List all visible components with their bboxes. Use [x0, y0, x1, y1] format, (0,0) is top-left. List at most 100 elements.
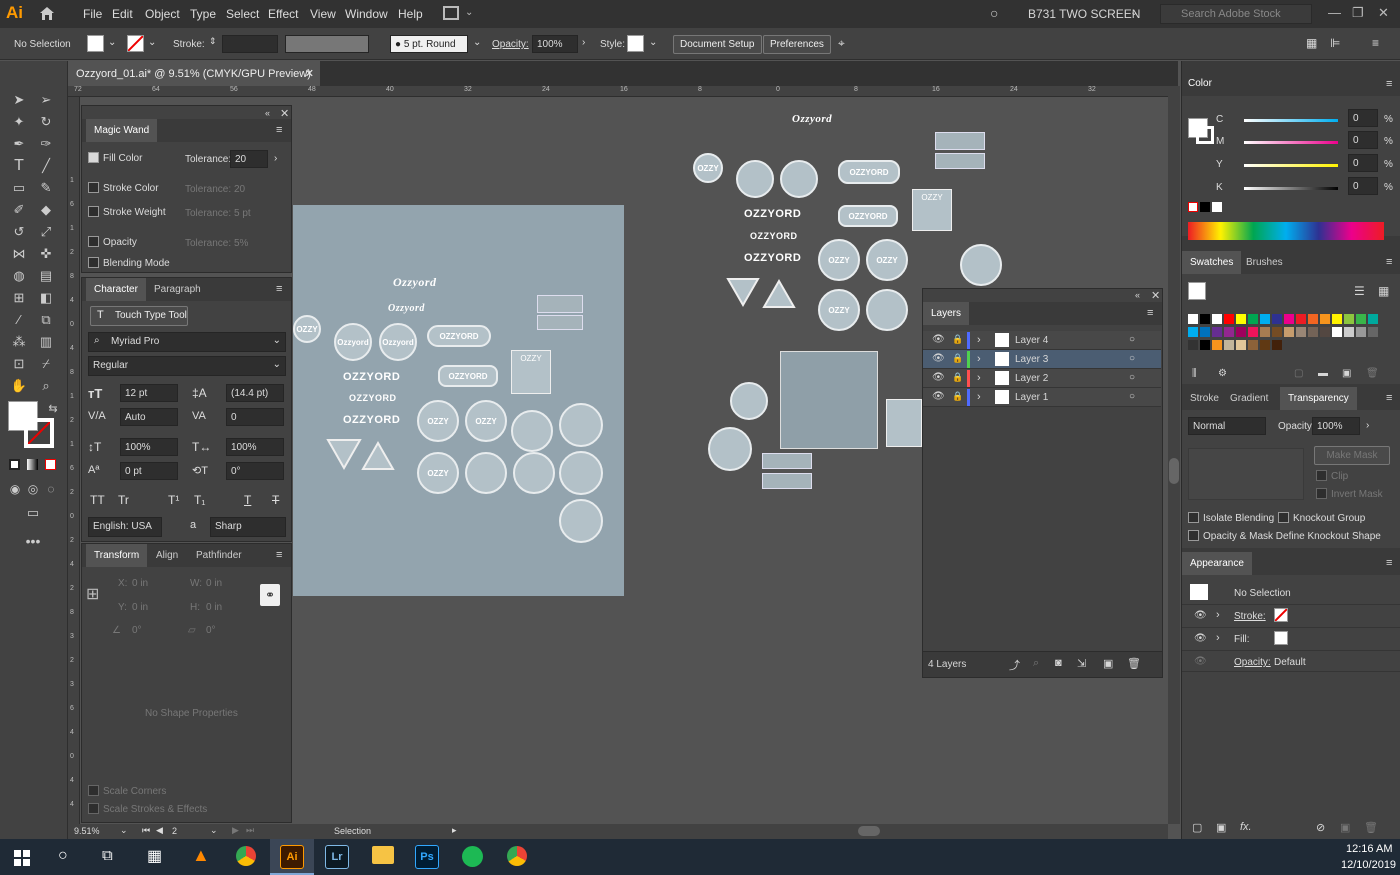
color-swatch[interactable] — [1368, 314, 1378, 324]
stepper-icon[interactable]: ⇕ — [209, 36, 217, 47]
stroke-weight-checkbox[interactable] — [88, 206, 99, 217]
prev-artboard-icon[interactable]: ◀ — [156, 825, 163, 836]
color-swatch[interactable] — [1332, 314, 1342, 324]
y-value[interactable]: 0 in — [132, 602, 148, 613]
char-rotation-field[interactable]: 0° — [226, 462, 284, 480]
color-swatch[interactable] — [1296, 314, 1306, 324]
logo-badge[interactable]: OZZY — [818, 289, 860, 331]
color-swatch[interactable] — [1188, 340, 1198, 350]
y-value[interactable]: 0 — [1348, 154, 1378, 172]
scale-tool-icon[interactable]: ⤢ — [35, 222, 57, 242]
fill-label[interactable]: Fill: — [1234, 634, 1250, 645]
selected-artboard-thumbnail[interactable] — [780, 351, 878, 449]
c-slider[interactable] — [1244, 119, 1338, 122]
chevron-right-icon[interactable]: › — [977, 334, 981, 346]
opacity-label[interactable]: Opacity: — [1234, 657, 1271, 668]
screen-mode-icon[interactable]: ▭ — [22, 503, 44, 523]
m-slider[interactable] — [1244, 141, 1338, 144]
blend-tool-icon[interactable]: ⧉ — [35, 310, 57, 330]
color-swatch[interactable] — [1200, 340, 1210, 350]
h-value[interactable]: 0 in — [206, 602, 222, 613]
task-view-icon[interactable]: ⧉ — [102, 847, 113, 864]
add-stroke-icon[interactable]: ▢ — [1192, 821, 1202, 834]
k-slider[interactable] — [1244, 187, 1338, 190]
restore-icon[interactable]: ❐ — [1352, 5, 1364, 21]
new-layer-icon[interactable]: ▣ — [1103, 657, 1113, 670]
scale-strokes-checkbox[interactable] — [88, 803, 99, 814]
chrome-icon[interactable] — [236, 846, 256, 866]
underline-button[interactable]: T — [244, 493, 251, 507]
line-tool-icon[interactable]: ╱ — [35, 156, 57, 176]
color-swatch[interactable] — [1236, 327, 1246, 337]
m-value[interactable]: 0 — [1348, 131, 1378, 149]
make-clipping-mask-icon[interactable]: ◙ — [1055, 657, 1062, 669]
perspective-grid-tool-icon[interactable]: ▤ — [35, 266, 57, 286]
color-swatch[interactable] — [1320, 314, 1330, 324]
logo-stamp[interactable] — [935, 153, 985, 169]
logo-stamp[interactable] — [762, 453, 812, 469]
duplicate-item-icon[interactable]: ▣ — [1340, 821, 1350, 834]
vertical-scrollbar-thumb[interactable] — [1169, 458, 1179, 484]
black-swatch[interactable] — [1200, 202, 1210, 212]
width-tool-icon[interactable]: ⋈ — [8, 244, 30, 264]
gradient-mode-icon[interactable] — [27, 459, 38, 470]
calculator-icon[interactable]: ▦ — [147, 846, 162, 866]
opacity-row[interactable]: 👁 Opacity: Default — [1182, 650, 1400, 672]
opacity-checkbox[interactable] — [88, 236, 99, 247]
vertical-scale-field[interactable]: 100% — [120, 438, 178, 456]
horizontal-scrollbar-thumb[interactable] — [858, 826, 880, 836]
last-artboard-icon[interactable]: ⏭ — [246, 825, 254, 836]
color-swatch[interactable] — [1344, 314, 1354, 324]
fill-color-swatch[interactable] — [1188, 282, 1206, 300]
add-fill-icon[interactable]: ▣ — [1216, 821, 1226, 834]
fill-color-checkbox[interactable] — [88, 152, 99, 163]
menu-window[interactable]: Window — [345, 7, 388, 21]
symbol-sprayer-tool-icon[interactable]: ⁂ — [8, 332, 30, 352]
logo-triangle[interactable] — [762, 279, 796, 309]
chevron-right-icon[interactable]: › — [274, 153, 277, 164]
color-swatch[interactable] — [1284, 314, 1294, 324]
tab-layers[interactable]: Layers — [923, 302, 970, 325]
panel-menu-icon[interactable]: ≡ — [1386, 392, 1392, 404]
shaper-tool-icon[interactable]: ✐ — [8, 200, 30, 220]
tab-align[interactable]: Align — [148, 544, 186, 567]
collapse-icon[interactable]: « — [1135, 290, 1140, 300]
logo-badge[interactable] — [513, 452, 555, 494]
vlc-icon[interactable]: ▲ — [192, 845, 210, 866]
spotify-icon[interactable] — [462, 846, 483, 867]
color-swatch[interactable] — [1332, 327, 1342, 337]
color-swatch[interactable] — [1212, 340, 1222, 350]
color-swatch[interactable] — [1260, 327, 1270, 337]
font-style-field[interactable]: Regular ⌄ — [88, 356, 286, 376]
eye-icon[interactable]: 👁 — [932, 334, 945, 345]
logo-badge[interactable]: OZZY — [417, 400, 459, 442]
swatch-libraries-icon[interactable]: ⫼ — [1192, 368, 1197, 379]
new-sublayer-icon[interactable]: ⇲ — [1077, 657, 1086, 670]
fill-swatch[interactable] — [87, 35, 104, 52]
color-swatch[interactable] — [1368, 327, 1378, 337]
draw-inside-icon[interactable]: ◌ — [40, 479, 62, 499]
chrome-icon[interactable] — [507, 846, 527, 866]
color-swatch[interactable] — [1248, 340, 1258, 350]
file-explorer-icon[interactable] — [372, 846, 394, 864]
scale-corners-checkbox[interactable] — [88, 785, 99, 796]
chevron-down-icon[interactable]: ⌄ — [1130, 7, 1138, 18]
artboard-number[interactable]: 2 — [172, 826, 177, 836]
logo-badge[interactable]: OZZY — [417, 452, 459, 494]
logo-badge[interactable] — [708, 427, 752, 471]
stroke-label[interactable]: Stroke: — [1234, 611, 1266, 622]
logo-badge[interactable]: Ozzyord — [334, 323, 372, 361]
shear-value[interactable]: 0° — [206, 625, 216, 636]
color-swatch[interactable] — [1308, 314, 1318, 324]
color-swatch[interactable] — [1356, 327, 1366, 337]
document-setup-button[interactable]: Document Setup — [673, 35, 762, 54]
anti-aliasing-field[interactable]: Sharp — [210, 517, 286, 537]
rectangle-tool-icon[interactable]: ▭ — [8, 178, 30, 198]
menu-type[interactable]: Type — [190, 7, 216, 21]
menu-edit[interactable]: Edit — [112, 7, 133, 21]
color-swatch[interactable] — [1248, 327, 1258, 337]
tab-pathfinder[interactable]: Pathfinder — [188, 544, 250, 567]
lock-icon[interactable]: 🔒 — [952, 334, 963, 345]
tab-brushes[interactable]: Brushes — [1238, 251, 1291, 274]
menu-file[interactable]: File — [83, 7, 102, 21]
